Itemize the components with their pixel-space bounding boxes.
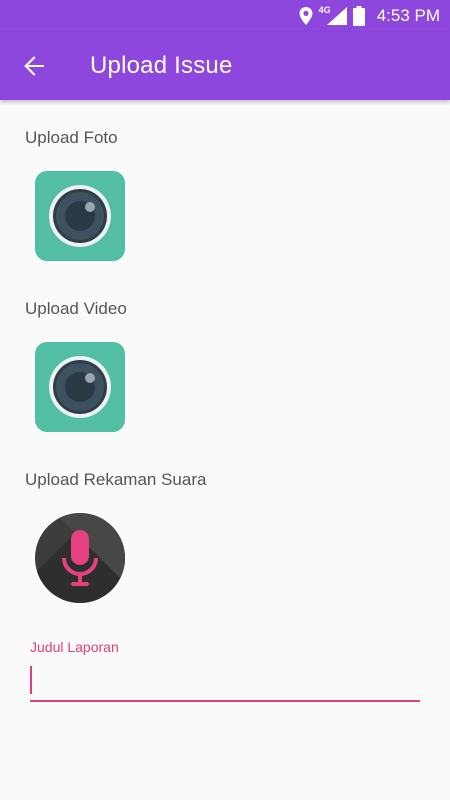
- upload-audio-button[interactable]: [35, 513, 125, 603]
- back-button[interactable]: [20, 52, 48, 80]
- page-title: Upload Issue: [90, 52, 233, 79]
- microphone-icon: [35, 513, 125, 603]
- status-time: 4:53 PM: [376, 6, 440, 25]
- camera-icon: [49, 185, 111, 247]
- upload-video-button[interactable]: [35, 342, 125, 432]
- text-cursor: [30, 666, 32, 694]
- report-title-input[interactable]: [30, 662, 420, 702]
- photo-section-label: Upload Foto: [25, 128, 118, 147]
- camera-icon: [49, 356, 111, 418]
- battery-icon: [352, 6, 365, 26]
- upload-photo-button[interactable]: [35, 171, 125, 261]
- network-type: 4G: [318, 5, 331, 15]
- report-title-label: Judul Laporan: [30, 639, 119, 655]
- audio-section-label: Upload Rekaman Suara: [25, 470, 207, 489]
- status-bar: 4G 4:53 PM: [0, 0, 450, 32]
- location-icon: [299, 7, 313, 25]
- video-section-label: Upload Video: [25, 299, 127, 318]
- arrow-left-icon: [24, 56, 44, 76]
- status-icons: 4G 4:53 PM: [299, 5, 440, 27]
- app-bar: Upload Issue: [0, 32, 450, 100]
